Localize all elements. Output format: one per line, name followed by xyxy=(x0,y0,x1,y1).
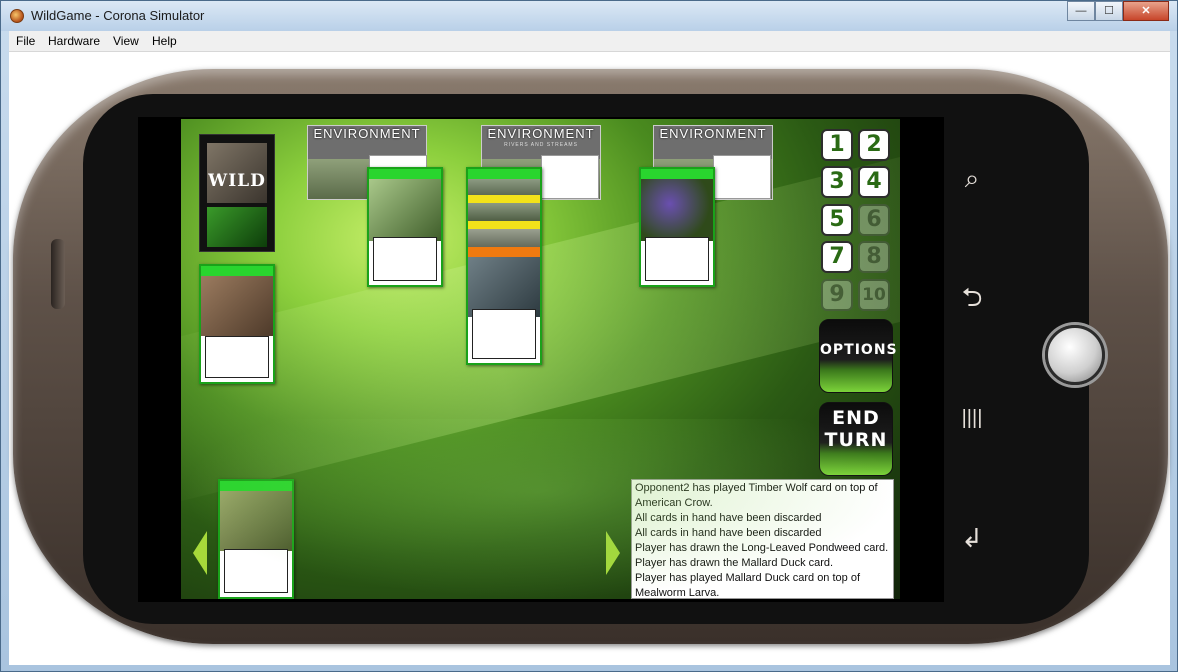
log-line: Player has played Mallard Duck card on t… xyxy=(635,572,861,599)
number-button-3[interactable]: 3 xyxy=(821,166,853,198)
number-button-2[interactable]: 2 xyxy=(858,129,890,161)
log-line: All cards in hand have been discarded xyxy=(635,527,822,539)
menu-help[interactable]: Help xyxy=(152,34,177,48)
card-photo xyxy=(220,491,292,551)
environment-info-3 xyxy=(713,155,771,199)
number-button-8[interactable]: 8 xyxy=(858,241,890,273)
next-card-arrow[interactable] xyxy=(606,531,620,575)
draw-deck[interactable]: WILD xyxy=(199,134,275,252)
card-photo xyxy=(468,257,540,317)
card-photo xyxy=(468,229,540,247)
card-band-orange xyxy=(468,247,540,257)
number-button-5[interactable]: 5 xyxy=(821,204,853,236)
menu-hardware[interactable]: Hardware xyxy=(48,34,100,48)
card-photo xyxy=(468,179,540,195)
deck-title: WILD xyxy=(208,171,266,191)
volume-button[interactable] xyxy=(51,239,65,309)
card-header xyxy=(369,169,441,179)
log-line: Player has drawn the Mallard Duck card. xyxy=(635,557,834,569)
card-description xyxy=(205,336,269,378)
card-description xyxy=(472,309,536,359)
window-controls: — ☐ ✕ xyxy=(1067,1,1169,21)
log-line: Player has drawn the Long-Leaved Pondwee… xyxy=(635,542,889,554)
title-bar[interactable]: WildGame - Corona Simulator — ☐ ✕ xyxy=(1,1,1177,31)
menu-file[interactable]: File xyxy=(16,34,35,48)
search-icon[interactable]: ⌕ xyxy=(952,163,992,193)
previous-card-arrow[interactable] xyxy=(193,531,207,575)
end-turn-label-line2: TURN xyxy=(824,429,888,451)
log-line: All cards in hand have been discarded xyxy=(635,512,822,524)
close-button[interactable]: ✕ xyxy=(1123,1,1169,21)
menu-view[interactable]: View xyxy=(113,34,139,48)
game-log: Opponent2 has played Timber Wolf card on… xyxy=(631,479,894,599)
options-button[interactable]: OPTIONS xyxy=(819,319,898,393)
species-card[interactable] xyxy=(367,167,443,287)
environment-title: ENVIRONMENT xyxy=(659,126,767,141)
maximize-button[interactable]: ☐ xyxy=(1095,1,1123,21)
hand-card[interactable] xyxy=(218,479,294,599)
card-header xyxy=(468,169,540,179)
menu-bar: File Hardware View Help xyxy=(9,31,1170,52)
number-button-7[interactable]: 7 xyxy=(821,241,853,273)
card-header xyxy=(201,266,273,276)
card-description xyxy=(645,237,709,281)
simulator-window: WildGame - Corona Simulator — ☐ ✕ File H… xyxy=(0,0,1178,672)
options-label: OPTIONS xyxy=(820,342,898,358)
species-card[interactable] xyxy=(199,264,275,384)
corona-app-icon xyxy=(10,9,24,23)
card-description xyxy=(224,549,288,593)
species-card-stack[interactable] xyxy=(466,167,542,365)
card-photo xyxy=(468,203,540,221)
card-band-yellow xyxy=(468,221,540,229)
number-button-4[interactable]: 4 xyxy=(858,166,890,198)
window-title: WildGame - Corona Simulator xyxy=(31,8,205,23)
environment-title: ENVIRONMENT xyxy=(487,126,595,141)
species-card[interactable] xyxy=(639,167,715,287)
card-photo xyxy=(641,179,713,241)
environment-title: ENVIRONMENT xyxy=(313,126,421,141)
end-turn-button[interactable]: END TURN xyxy=(819,402,893,476)
end-turn-label-line1: END xyxy=(832,407,880,429)
number-button-1[interactable]: 1 xyxy=(821,129,853,161)
number-button-10[interactable]: 10 xyxy=(858,279,890,311)
card-header xyxy=(220,481,292,491)
log-line: Opponent2 has played Timber Wolf card on… xyxy=(635,482,878,509)
card-header xyxy=(641,169,713,179)
number-button-9[interactable]: 9 xyxy=(821,279,853,311)
minimize-button[interactable]: — xyxy=(1067,1,1095,21)
environment-subtitle: RIVERS AND STREAMS xyxy=(504,142,578,148)
environment-info-2 xyxy=(541,155,599,199)
game-screen: WILD ENVIRONMENT ENVIRONMENT RIVERS AND … xyxy=(181,119,900,599)
deck-image-bottom xyxy=(207,207,267,247)
card-photo xyxy=(201,276,273,336)
menu-icon[interactable]: |||| xyxy=(952,403,992,433)
card-photo xyxy=(369,179,441,241)
card-description xyxy=(373,237,437,281)
back-icon[interactable]: ⮌ xyxy=(952,282,992,312)
number-button-6[interactable]: 6 xyxy=(858,204,890,236)
return-icon[interactable]: ↲ xyxy=(952,523,992,553)
card-band-yellow xyxy=(468,195,540,203)
trackball-button[interactable] xyxy=(1045,325,1105,385)
